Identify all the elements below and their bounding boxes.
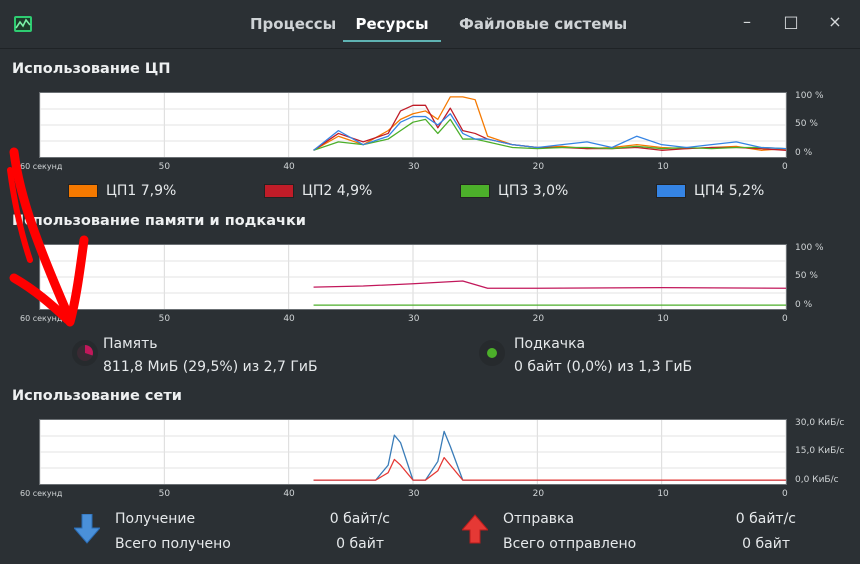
tab-processes[interactable]: Процессы <box>242 14 344 40</box>
memory-pie-icon[interactable] <box>72 340 98 366</box>
y-tick-label: 50 % <box>795 271 818 281</box>
x-tick-label: 30 <box>408 314 420 324</box>
minimize-button[interactable]: – <box>737 12 757 32</box>
y-tick-label: 0,0 КиБ/с <box>795 475 839 485</box>
tab-resources[interactable]: Ресурсы <box>343 14 441 42</box>
series-line-1 <box>313 430 786 481</box>
x-tick-label: 20 <box>532 314 545 324</box>
swap-label: Подкачка <box>514 336 586 352</box>
x-tick-label: 30 <box>408 489 420 499</box>
x-tick-label: 40 <box>283 489 295 499</box>
x-tick-label: 60 секунд <box>20 314 63 323</box>
x-tick-label: 20 <box>532 162 545 172</box>
x-tick-label: 60 секунд <box>20 489 63 498</box>
system-monitor-icon <box>14 16 32 32</box>
cpu-legend-label: ЦП3 3,0% <box>498 183 569 199</box>
network-section-title: Использование сети <box>12 388 182 404</box>
swap-value: 0 байт (0,0%) из 1,3 ГиБ <box>514 359 693 375</box>
x-tick-label: 40 <box>283 162 295 172</box>
x-tick-label: 50 <box>158 162 171 172</box>
memory-chart-svg <box>40 245 786 309</box>
swap-pie-icon[interactable] <box>479 340 505 366</box>
upload-arrow-icon <box>462 514 488 544</box>
x-tick-label: 0 <box>782 162 788 172</box>
series-line-1 <box>313 280 786 289</box>
x-tick-label: 10 <box>657 162 669 172</box>
close-button[interactable]: × <box>825 12 845 32</box>
memory-value: 811,8 МиБ (29,5%) из 2,7 ГиБ <box>103 359 318 375</box>
color-swatch[interactable] <box>460 184 490 198</box>
receive-rate-value: 0 байт/с <box>329 511 390 527</box>
x-tick-label: 20 <box>532 489 545 499</box>
maximize-button[interactable]: □ <box>781 12 801 32</box>
send-total-value: 0 байт <box>742 536 790 552</box>
y-tick-label: 100 % <box>795 91 824 101</box>
y-tick-label: 50 % <box>795 119 818 129</box>
y-tick-label: 0 % <box>795 148 813 158</box>
y-tick-label: 100 % <box>795 243 824 253</box>
cpu-legend-label: ЦП4 5,2% <box>694 183 765 199</box>
x-tick-label: 30 <box>408 162 420 172</box>
memory-graph <box>39 244 787 310</box>
color-swatch[interactable] <box>264 184 294 198</box>
send-rate-value: 0 байт/с <box>735 511 796 527</box>
y-tick-label: 0 % <box>795 300 813 310</box>
y-tick-label: 15,0 КиБ/с <box>795 446 845 456</box>
color-swatch[interactable] <box>656 184 686 198</box>
tab-file-systems[interactable]: Файловые системы <box>451 14 635 40</box>
cpu-graph <box>39 92 787 158</box>
network-chart-svg <box>40 420 786 484</box>
series-line-1 <box>313 96 786 151</box>
color-swatch[interactable] <box>68 184 98 198</box>
network-graph <box>39 419 787 485</box>
send-label: Отправка <box>503 511 575 527</box>
x-tick-label: 10 <box>657 489 669 499</box>
receive-total-label: Всего получено <box>115 536 231 552</box>
memory-section-title: Использование памяти и подкачки <box>12 213 306 229</box>
download-arrow-icon <box>74 514 100 544</box>
x-tick-label: 50 <box>158 489 171 499</box>
cpu-section-title: Использование ЦП <box>12 61 171 77</box>
receive-total-value: 0 байт <box>336 536 384 552</box>
x-tick-label: 50 <box>158 314 171 324</box>
cpu-legend-label: ЦП1 7,9% <box>106 183 177 199</box>
x-tick-label: 40 <box>283 314 295 324</box>
x-tick-label: 0 <box>782 314 788 324</box>
title-bar: Процессы Ресурсы Файловые системы – □ × <box>0 0 860 49</box>
send-total-label: Всего отправлено <box>503 536 637 552</box>
x-tick-label: 0 <box>782 489 788 499</box>
y-tick-label: 30,0 КиБ/с <box>795 418 845 428</box>
cpu-legend-label: ЦП2 4,9% <box>302 183 373 199</box>
cpu-chart-svg <box>40 93 786 157</box>
x-tick-label: 60 секунд <box>20 162 63 171</box>
receive-label: Получение <box>115 511 196 527</box>
x-tick-label: 10 <box>657 314 669 324</box>
series-line-2 <box>313 104 786 151</box>
memory-label: Память <box>103 336 158 352</box>
